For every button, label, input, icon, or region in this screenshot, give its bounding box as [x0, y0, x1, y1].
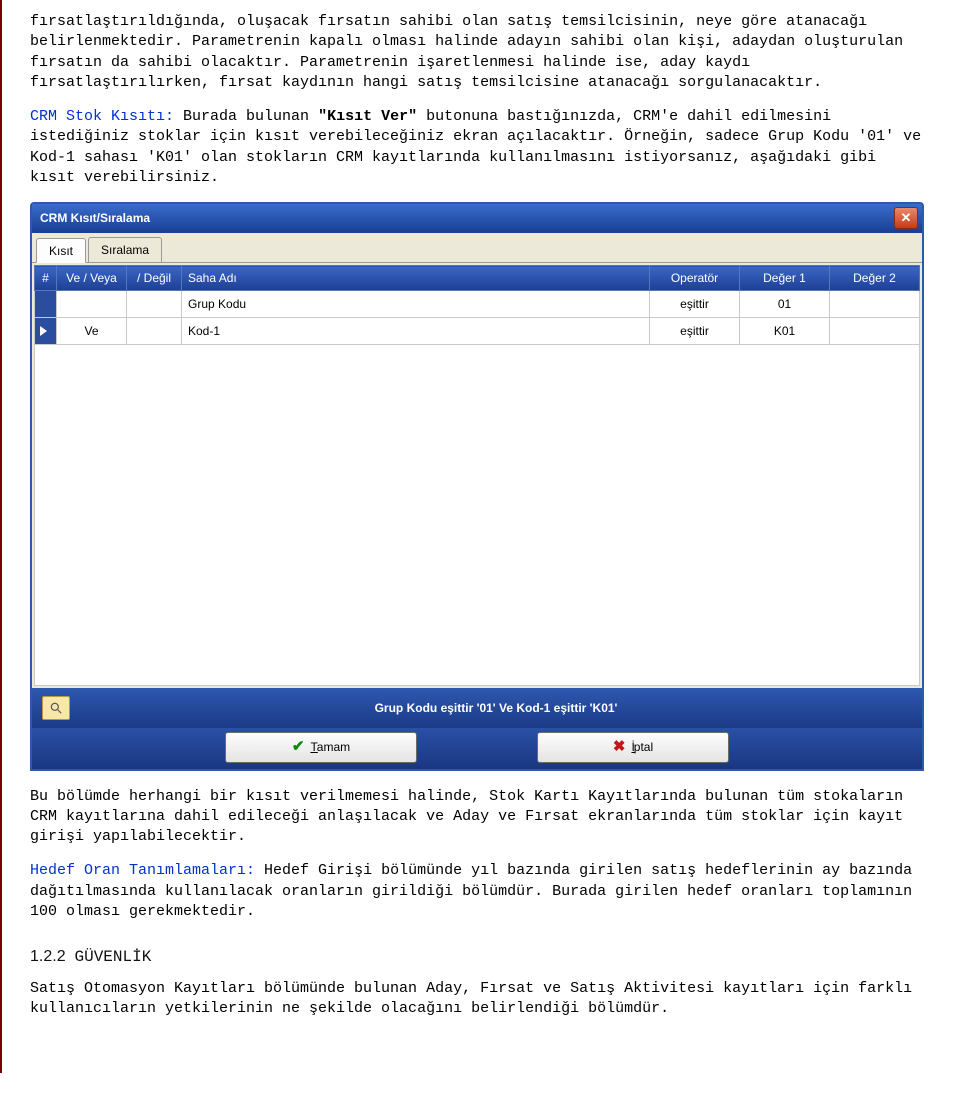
cell-degil[interactable] — [127, 291, 182, 318]
paragraph-crm-stok: CRM Stok Kısıtı: Burada bulunan "Kısıt V… — [30, 107, 924, 188]
cell-saha[interactable]: Grup Kodu — [182, 291, 650, 318]
row-indicator — [35, 291, 57, 318]
paragraph-after-window: Bu bölümde herhangi bir kısıt verilmemes… — [30, 787, 924, 848]
label-crm-stok: CRM Stok Kısıtı: — [30, 108, 174, 125]
status-bar: Grup Kodu eşittir '01' Ve Kod-1 eşittir … — [32, 688, 922, 728]
cell-d2[interactable] — [830, 318, 920, 345]
col-degil[interactable]: / Değil — [127, 266, 182, 291]
tabs: Kısıt Sıralama — [32, 233, 922, 263]
close-button[interactable]: ✕ — [894, 207, 918, 229]
cell-d1[interactable]: 01 — [740, 291, 830, 318]
col-deger1[interactable]: Değer 1 — [740, 266, 830, 291]
cell-veveya[interactable] — [57, 291, 127, 318]
filter-grid[interactable]: # Ve / Veya / Değil Saha Adı Operatör De… — [34, 265, 920, 345]
tab-siralama[interactable]: Sıralama — [88, 237, 162, 262]
close-icon: ✕ — [901, 209, 912, 227]
paragraph-guvenlik: Satış Otomasyon Kayıtları bölümünde bulu… — [30, 979, 924, 1020]
window-title: CRM Kısıt/Sıralama — [40, 210, 150, 226]
section-title: GÜVENLİK — [74, 948, 151, 966]
col-operator[interactable]: Operatör — [650, 266, 740, 291]
table-row[interactable]: Ve Kod-1 eşittir K01 — [35, 318, 920, 345]
label-hedef-oran: Hedef Oran Tanımlamaları: — [30, 862, 255, 879]
bold-kisit-ver: "Kısıt Ver" — [318, 108, 417, 125]
col-saha-adi[interactable]: Saha Adı — [182, 266, 650, 291]
cancel-button[interactable]: ✖ İptal — [537, 732, 729, 762]
cell-op[interactable]: eşittir — [650, 291, 740, 318]
cell-saha[interactable]: Kod-1 — [182, 318, 650, 345]
status-text: Grup Kodu eşittir '01' Ve Kod-1 eşittir … — [80, 700, 912, 716]
cell-d2[interactable] — [830, 291, 920, 318]
col-indicator[interactable]: # — [35, 266, 57, 291]
grid-wrapper: # Ve / Veya / Değil Saha Adı Operatör De… — [32, 263, 922, 688]
tab-kisit[interactable]: Kısıt — [36, 238, 86, 263]
button-row: ✔ Tamam ✖ İptal — [32, 728, 922, 768]
paragraph-hedef: Hedef Oran Tanımlamaları: Hedef Girişi b… — [30, 861, 924, 922]
ok-button[interactable]: ✔ Tamam — [225, 732, 417, 762]
cell-op[interactable]: eşittir — [650, 318, 740, 345]
cell-d1[interactable]: K01 — [740, 318, 830, 345]
cancel-label: ptal — [634, 740, 653, 754]
titlebar[interactable]: CRM Kısıt/Sıralama ✕ — [32, 204, 922, 233]
ok-label: amam — [317, 740, 350, 754]
x-icon: ✖ — [613, 737, 626, 757]
magnifier-icon[interactable] — [42, 696, 70, 720]
grid-empty-area[interactable] — [34, 345, 920, 686]
col-veveya[interactable]: Ve / Veya — [57, 266, 127, 291]
section-heading: 1.2.2 GÜVENLİK — [30, 946, 924, 969]
section-number: 1.2.2 — [30, 948, 66, 965]
paragraph-intro: fırsatlaştırıldığında, oluşacak fırsatın… — [30, 12, 924, 93]
check-icon: ✔ — [292, 737, 305, 757]
row-indicator-active — [35, 318, 57, 345]
col-deger2[interactable]: Değer 2 — [830, 266, 920, 291]
dialog-crm-kisit: CRM Kısıt/Sıralama ✕ Kısıt Sıralama — [30, 202, 924, 771]
cell-degil[interactable] — [127, 318, 182, 345]
table-row[interactable]: Grup Kodu eşittir 01 — [35, 291, 920, 318]
cell-veveya[interactable]: Ve — [57, 318, 127, 345]
